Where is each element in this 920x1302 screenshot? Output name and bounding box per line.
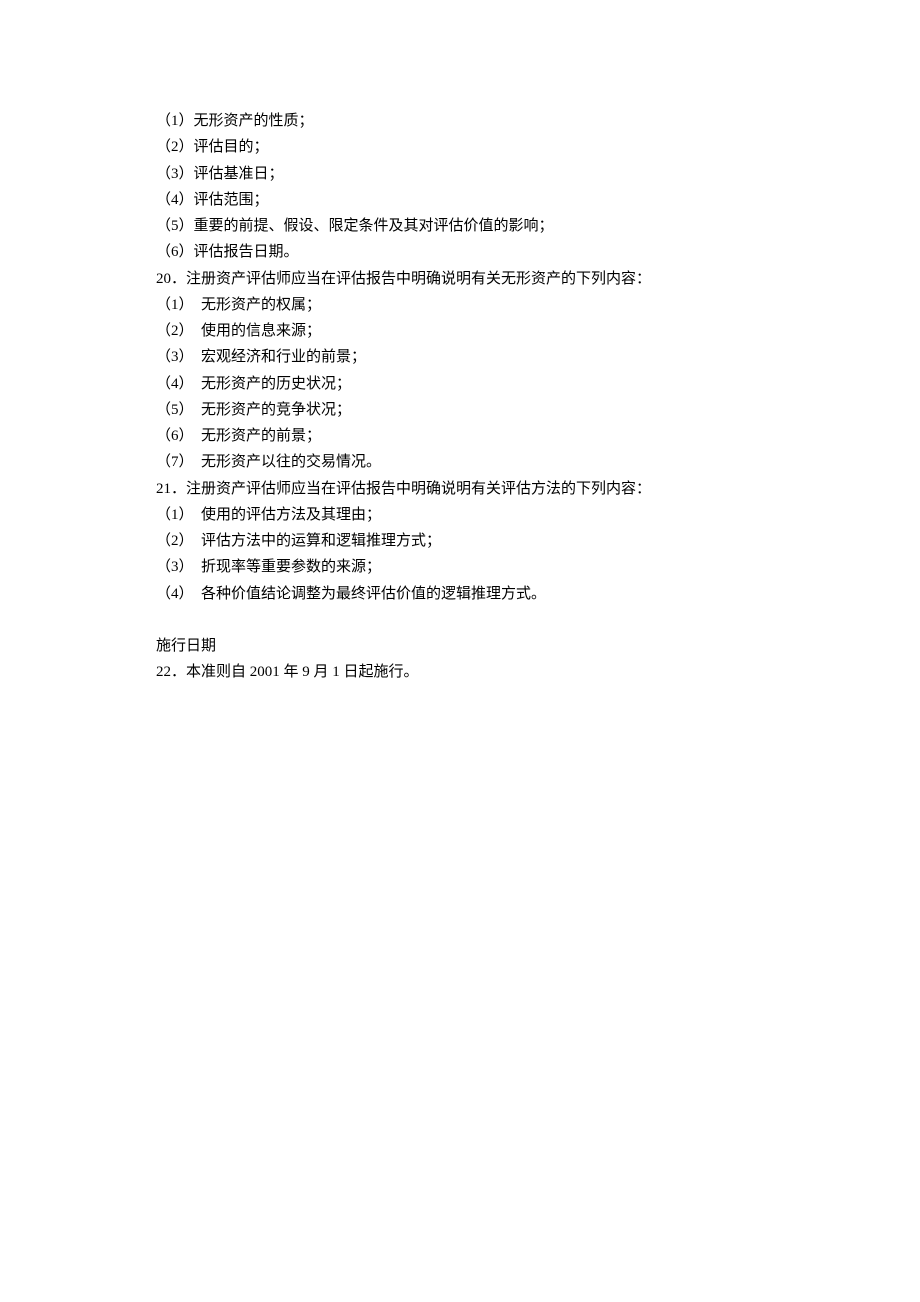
text-line: （4）评估范围； [156, 187, 796, 213]
text-line: （5） 无形资产的竞争状况； [156, 397, 796, 423]
text-line: （6）评估报告日期。 [156, 239, 796, 265]
blank-line [156, 607, 796, 633]
text-line: （4） 无形资产的历史状况； [156, 371, 796, 397]
text-line: 20．注册资产评估师应当在评估报告中明确说明有关无形资产的下列内容： [156, 266, 796, 292]
text-line: （1） 无形资产的权属； [156, 292, 796, 318]
text-line: （2）评估目的； [156, 134, 796, 160]
document-page: （1）无形资产的性质； （2）评估目的； （3）评估基准日； （4）评估范围； … [0, 0, 796, 685]
text-line: （5）重要的前提、假设、限定条件及其对评估价值的影响； [156, 213, 796, 239]
text-line: （1）无形资产的性质； [156, 108, 796, 134]
text-line: （3）评估基准日； [156, 161, 796, 187]
text-line: （3） 宏观经济和行业的前景； [156, 344, 796, 370]
text-line: 21．注册资产评估师应当在评估报告中明确说明有关评估方法的下列内容： [156, 476, 796, 502]
text-line: （4） 各种价值结论调整为最终评估价值的逻辑推理方式。 [156, 581, 796, 607]
text-line: （2） 使用的信息来源； [156, 318, 796, 344]
section-heading: 施行日期 [156, 633, 796, 659]
text-line: 22．本准则自 2001 年 9 月 1 日起施行。 [156, 659, 796, 685]
text-line: （3） 折现率等重要参数的来源； [156, 554, 796, 580]
text-line: （7） 无形资产以往的交易情况。 [156, 449, 796, 475]
text-line: （6） 无形资产的前景； [156, 423, 796, 449]
text-line: （2） 评估方法中的运算和逻辑推理方式； [156, 528, 796, 554]
text-line: （1） 使用的评估方法及其理由； [156, 502, 796, 528]
